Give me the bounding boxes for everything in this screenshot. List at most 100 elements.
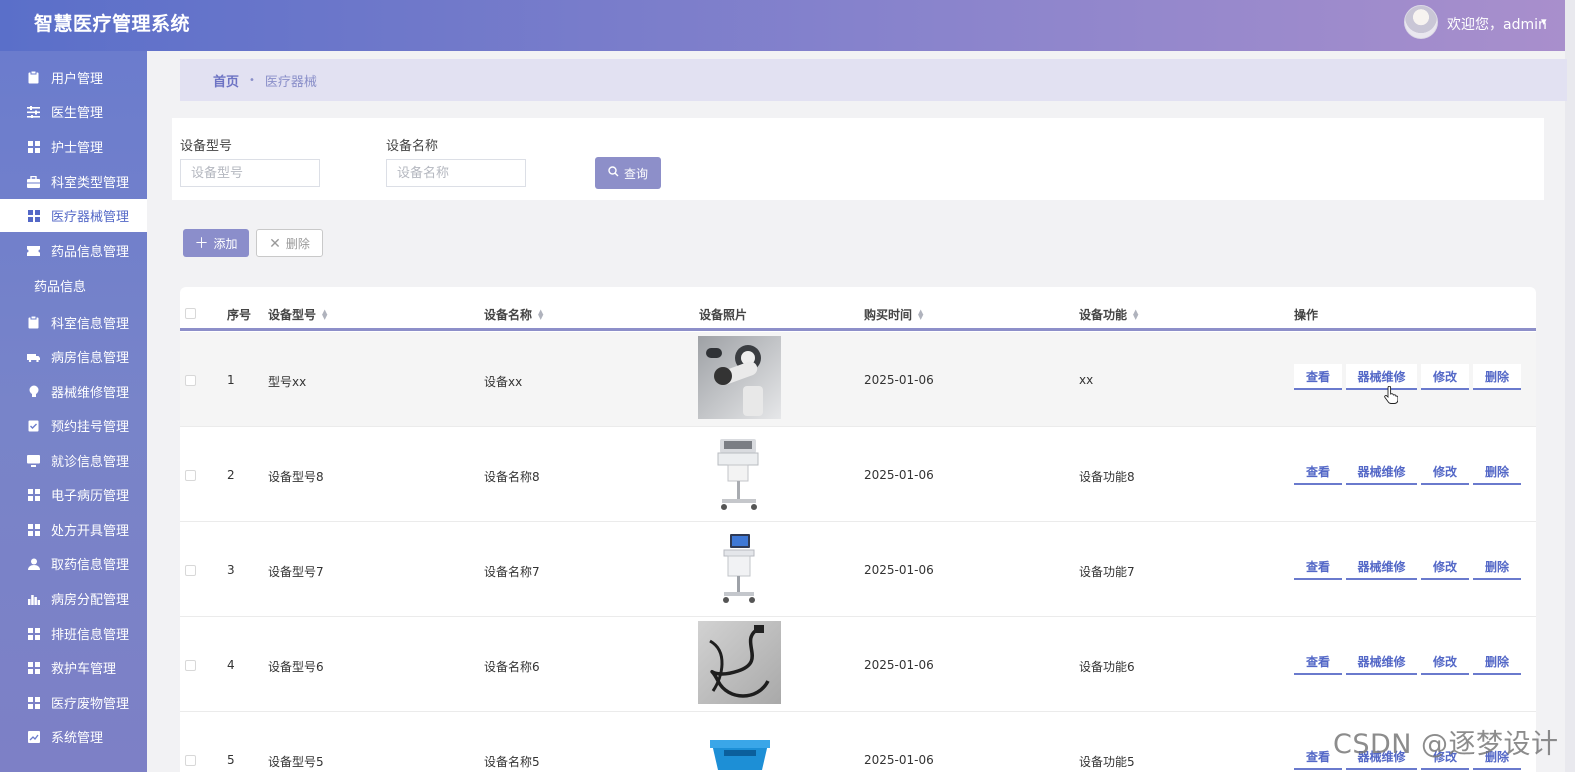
sliders-icon xyxy=(27,105,40,118)
sidebar-item-ward-info[interactable]: 病房信息管理 xyxy=(0,340,147,373)
repair-button[interactable]: 器械维修 xyxy=(1346,649,1417,675)
sidebar-item-label: 病房信息管理 xyxy=(51,351,130,366)
edit-button[interactable]: 修改 xyxy=(1421,364,1469,390)
grid-icon xyxy=(27,627,40,640)
edit-button[interactable]: 修改 xyxy=(1421,649,1469,675)
delete-button[interactable]: 删除 xyxy=(1473,459,1521,485)
welcome-text[interactable]: 欢迎您，admin xyxy=(1447,14,1547,34)
table-row[interactable]: 4 设备型号6 设备名称6 2025-01-06 设备功能6 查看 器械维修 修… xyxy=(180,617,1536,712)
view-button[interactable]: 查看 xyxy=(1294,364,1342,390)
model-label: 设备型号 xyxy=(180,139,233,154)
cell-function: 设备功能6 xyxy=(1079,660,1135,674)
add-button[interactable]: ＋ 添加 xyxy=(183,229,249,257)
device-photo[interactable] xyxy=(698,433,781,516)
view-button[interactable]: 查看 xyxy=(1294,649,1342,675)
cell-index: 4 xyxy=(227,658,235,672)
close-icon: ✕ xyxy=(269,234,281,251)
chevron-down-icon[interactable]: ▾ xyxy=(1541,15,1547,28)
select-all-checkbox[interactable] xyxy=(185,308,196,319)
col-model[interactable]: 设备型号 ▲ ▼ xyxy=(268,306,327,323)
sidebar-item-label: 医疗器械管理 xyxy=(51,210,130,225)
name-input[interactable] xyxy=(386,159,526,187)
sidebar-item-drug-pickup[interactable]: 取药信息管理 xyxy=(0,547,147,580)
sidebar-item-ward-allocation[interactable]: 病房分配管理 xyxy=(0,582,147,615)
query-button[interactable]: 查询 xyxy=(595,157,661,189)
row-checkbox[interactable] xyxy=(185,470,196,481)
device-photo[interactable] xyxy=(698,621,781,704)
sidebar-item-medical-devices[interactable]: 医疗器械管理 xyxy=(0,199,147,232)
table-row[interactable]: 1 型号xx 设备xx 2025-01-06 xx 查看 器械维修 修改 删除 xyxy=(180,332,1536,427)
sidebar-item-medical-waste[interactable]: 医疗废物管理 xyxy=(0,686,147,719)
cell-index: 3 xyxy=(227,563,235,577)
table-row[interactable]: 2 设备型号8 设备名称8 2025-01-06 设备功能8 查看 器械维修 修… xyxy=(180,427,1536,522)
sidebar-subitem-drug-info[interactable]: 药品信息 xyxy=(34,276,86,295)
sidebar-item-appointments[interactable]: 预约挂号管理 xyxy=(0,409,147,442)
repair-button[interactable]: 器械维修 xyxy=(1346,459,1417,485)
breadcrumb: 首页 • 医疗器械 xyxy=(180,59,1567,101)
sidebar-item-medical-records[interactable]: 电子病历管理 xyxy=(0,478,147,511)
avatar[interactable] xyxy=(1404,5,1438,39)
col-function[interactable]: 设备功能 ▲ ▼ xyxy=(1079,306,1138,323)
delete-button[interactable]: 删除 xyxy=(1473,649,1521,675)
cell-date: 2025-01-06 xyxy=(864,658,934,672)
cell-index: 1 xyxy=(227,373,235,387)
repair-button[interactable]: 器械维修 xyxy=(1346,554,1417,580)
repair-button[interactable]: 器械维修 xyxy=(1346,364,1417,390)
sort-icon[interactable]: ▲ ▼ xyxy=(322,308,327,320)
row-checkbox[interactable] xyxy=(185,660,196,671)
delete-button[interactable]: 删除 xyxy=(1473,554,1521,580)
delete-button[interactable]: 删除 xyxy=(1473,364,1521,390)
sidebar-item-label: 护士管理 xyxy=(51,141,104,156)
sidebar-item-department-info[interactable]: 科室信息管理 xyxy=(0,306,147,339)
model-input[interactable] xyxy=(180,159,320,187)
sidebar-item-prescriptions[interactable]: 处方开具管理 xyxy=(0,513,147,546)
col-actions: 操作 xyxy=(1294,308,1319,322)
cell-function: 设备功能8 xyxy=(1079,470,1135,484)
row-checkbox[interactable] xyxy=(185,565,196,576)
sidebar-item-device-repair[interactable]: 器械维修管理 xyxy=(0,375,147,408)
top-header: 智慧医疗管理系统 欢迎您，admin ▾ xyxy=(0,0,1575,51)
sidebar-item-label: 就诊信息管理 xyxy=(51,455,130,470)
view-button[interactable]: 查看 xyxy=(1294,459,1342,485)
clipboard-icon xyxy=(27,71,40,84)
sidebar-item-ambulances[interactable]: 救护车管理 xyxy=(0,651,147,684)
col-name[interactable]: 设备名称 ▲ ▼ xyxy=(484,306,543,323)
cell-date: 2025-01-06 xyxy=(864,373,934,387)
sort-icon[interactable]: ▲ ▼ xyxy=(918,308,923,320)
sidebar-item-system[interactable]: 系统管理 xyxy=(0,720,147,753)
sort-icon[interactable]: ▲ ▼ xyxy=(538,308,543,320)
bulk-delete-label: 删除 xyxy=(285,236,310,251)
device-photo[interactable] xyxy=(698,734,781,772)
grid-icon xyxy=(27,488,40,501)
sidebar-item-department-types[interactable]: 科室类型管理 xyxy=(0,165,147,198)
sidebar-item-label: 科室类型管理 xyxy=(51,176,130,191)
sidebar-item-drug-info[interactable]: 药品信息管理 xyxy=(0,234,147,267)
query-button-label: 查询 xyxy=(623,166,648,181)
col-date[interactable]: 购买时间 ▲ ▼ xyxy=(864,306,923,323)
scrollbar[interactable] xyxy=(1565,0,1575,772)
row-checkbox[interactable] xyxy=(185,375,196,386)
breadcrumb-home[interactable]: 首页 xyxy=(213,71,239,90)
sidebar-item-label: 预约挂号管理 xyxy=(51,420,130,435)
edit-button[interactable]: 修改 xyxy=(1421,459,1469,485)
sidebar-item-label: 取药信息管理 xyxy=(51,558,130,573)
search-icon xyxy=(608,166,619,180)
hand-cursor-icon xyxy=(1384,385,1399,409)
sidebar: 用户管理 医生管理 护士管理 科室类型管理 医疗器械管理 药品信息管理 药品信息… xyxy=(0,51,147,772)
sort-icon[interactable]: ▲ ▼ xyxy=(1133,308,1138,320)
sidebar-item-visits[interactable]: 就诊信息管理 xyxy=(0,444,147,477)
plus-icon: ＋ xyxy=(194,235,209,251)
cell-date: 2025-01-06 xyxy=(864,753,934,767)
row-checkbox[interactable] xyxy=(185,755,196,766)
device-photo[interactable] xyxy=(698,528,781,611)
sidebar-item-schedules[interactable]: 排班信息管理 xyxy=(0,617,147,650)
edit-button[interactable]: 修改 xyxy=(1421,554,1469,580)
bulk-delete-button[interactable]: ✕ 删除 xyxy=(256,229,323,257)
view-button[interactable]: 查看 xyxy=(1294,554,1342,580)
device-photo[interactable] xyxy=(698,336,781,419)
table-row[interactable]: 3 设备型号7 设备名称7 2025-01-06 设备功能7 查看 器械维修 修… xyxy=(180,522,1536,617)
sidebar-item-doctors[interactable]: 医生管理 xyxy=(0,95,147,128)
sidebar-item-nurses[interactable]: 护士管理 xyxy=(0,130,147,163)
cell-name: 设备名称8 xyxy=(484,470,540,484)
sidebar-item-users[interactable]: 用户管理 xyxy=(0,61,147,94)
